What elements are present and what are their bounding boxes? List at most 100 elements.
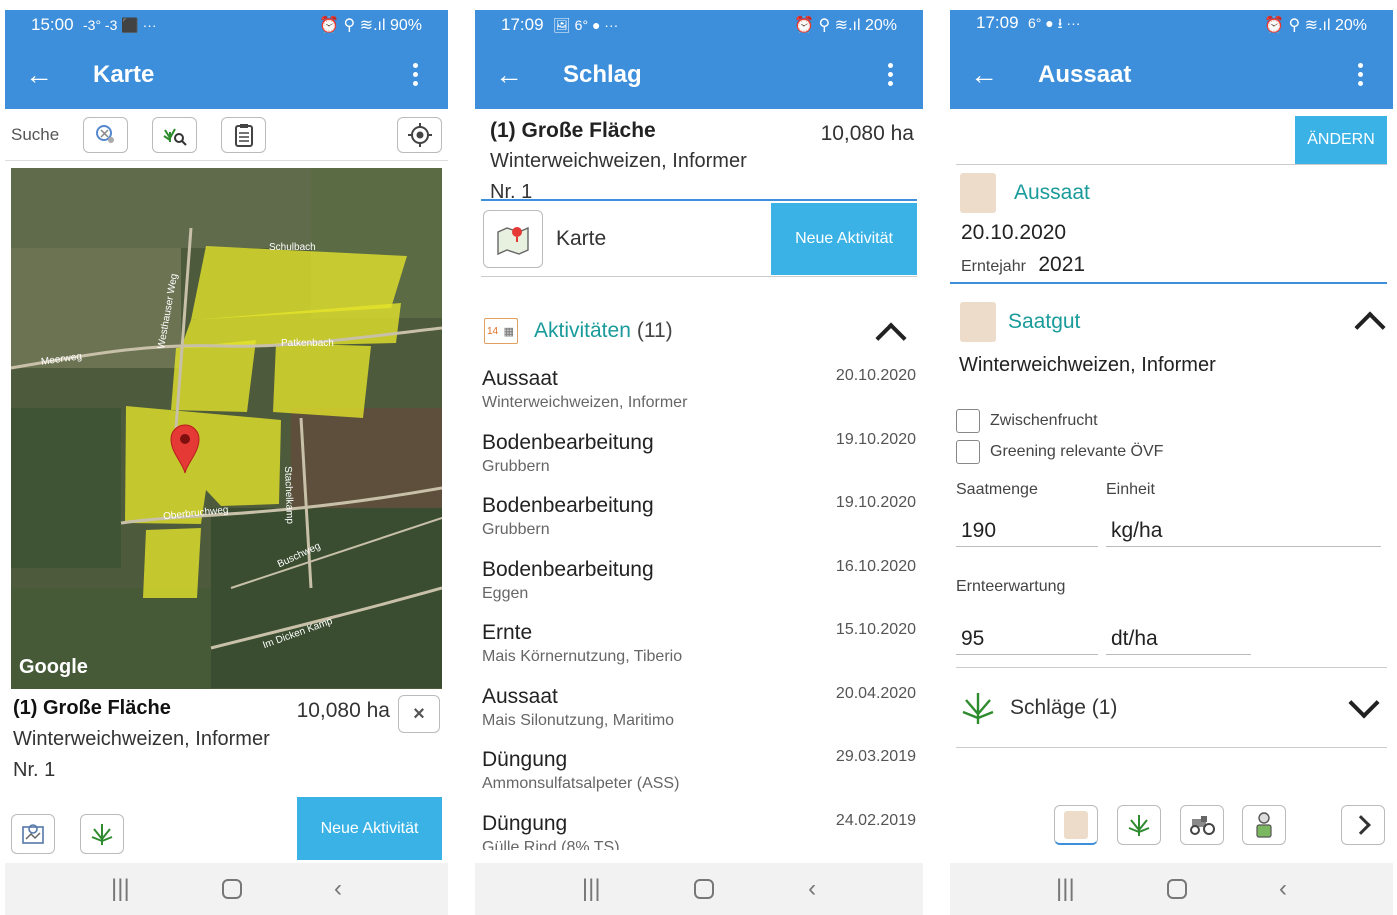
next-button[interactable]	[1341, 805, 1385, 845]
activities-count: (11)	[636, 319, 673, 342]
schlaege-section-header[interactable]: Schläge (1)	[956, 667, 1387, 748]
home-icon[interactable]	[694, 879, 715, 899]
saatgut-section-header[interactable]: Saatgut	[950, 302, 1393, 343]
map-link-label[interactable]: Karte	[556, 227, 771, 251]
status-time: 17:09	[501, 15, 544, 34]
map-layers-button[interactable]	[83, 116, 128, 153]
harvest-year-label: Erntejahr	[961, 258, 1026, 275]
ernteerwartung-input[interactable]: 95	[956, 619, 1098, 655]
overflow-menu-icon[interactable]	[877, 63, 903, 86]
recent-apps-icon[interactable]: |||	[582, 875, 601, 903]
activity-subtitle: Mais Silonutzung, Maritimo	[482, 711, 675, 729]
clipboard-button[interactable]	[221, 116, 266, 153]
map-road-label: Stachelkamp	[282, 466, 296, 525]
new-activity-button[interactable]: Neue Aktivität	[297, 797, 442, 860]
field-crop: Winterweichweizen, Informer	[490, 150, 747, 172]
field-crop-button[interactable]	[80, 814, 124, 854]
activities-list: Aussaat Winterweichweizen, Informer 20.10.…	[475, 363, 923, 850]
chevron-up-icon[interactable]	[875, 322, 907, 354]
calendar-icon: 14 ▦	[484, 318, 518, 344]
seed-bag-icon	[960, 302, 996, 342]
home-icon[interactable]	[1166, 879, 1187, 899]
activity-date: 20.04.2020	[835, 684, 916, 702]
seed-bag-icon	[1064, 810, 1088, 839]
recent-apps-icon[interactable]: |||	[1056, 875, 1075, 903]
status-time: 17:09	[976, 13, 1019, 32]
tab-crop[interactable]	[1117, 805, 1161, 845]
activity-subtitle: Gülle Rind (8% TS)	[482, 838, 620, 851]
field-search-button[interactable]	[152, 116, 197, 153]
status-left: 17:09 🖼 6° ● ···	[501, 15, 618, 35]
activity-subtitle: Mais Körnernutzung, Tiberio	[482, 648, 683, 665]
chevron-down-icon[interactable]	[1348, 687, 1380, 719]
page-title: Aussaat	[1038, 60, 1132, 88]
map-road-label: Schulbach	[269, 242, 316, 253]
harvest-year-row[interactable]: Erntejahr 2021	[950, 245, 1387, 284]
field-map-button[interactable]	[11, 814, 55, 854]
tractor-icon	[1190, 816, 1215, 835]
list-item[interactable]: Düngung Ammonsulfatsalpeter (ASS) 29.03.20…	[475, 744, 923, 808]
tab-worker[interactable]	[1242, 805, 1286, 845]
field-crop: Winterweichweizen, Informer	[13, 728, 270, 750]
edit-row: ÄNDERN	[956, 109, 1387, 165]
ernteerwartung-label: Ernteerwartung	[956, 578, 1066, 595]
tab-sowing[interactable]	[1054, 805, 1098, 845]
ernteerwartung-unit-select[interactable]: dt/ha	[1106, 619, 1251, 655]
saatmenge-label: Saatmenge	[956, 481, 1038, 498]
einheit-select[interactable]: kg/ha	[1106, 511, 1381, 547]
seed-bag-icon	[960, 173, 996, 213]
list-item[interactable]: Bodenbearbeitung Eggen 16.10.2020	[475, 554, 923, 618]
activities-header[interactable]: 14 ▦ Aktivitäten (11)	[475, 313, 923, 354]
saatgut-title: Saatgut	[1008, 310, 1081, 333]
phone-map-screen: 15:00 -3° -3 ⬛ ··· ⏰ ⚲ ≋.ıl 90% ← Karte …	[5, 10, 448, 915]
zwischenfrucht-checkbox[interactable]	[956, 408, 980, 433]
locate-me-button[interactable]	[397, 116, 442, 153]
activities-title: Aktivitäten	[534, 319, 631, 342]
nav-back-icon[interactable]: ‹	[334, 875, 342, 903]
field-area: 10,080 ha	[820, 122, 914, 145]
map-link-row: Karte Neue Aktivität	[481, 201, 917, 277]
back-arrow-icon[interactable]: ←	[25, 59, 75, 91]
status-right: ⏰ ⚲ ≋.ıl 90%	[319, 17, 422, 34]
zwischenfrucht-checkbox-row[interactable]: Zwischenfrucht	[950, 405, 1393, 436]
nav-back-icon[interactable]: ‹	[1279, 875, 1287, 903]
back-arrow-icon[interactable]: ←	[495, 59, 545, 91]
nav-back-icon[interactable]: ‹	[808, 875, 816, 903]
map-pin-icon[interactable]	[169, 423, 201, 475]
back-arrow-icon[interactable]: ←	[970, 59, 1020, 91]
field-header: (1) Große Fläche 10,080 ha Winterweichwe…	[481, 109, 917, 203]
satellite-map[interactable]: Schulbach Westhauser Weg Meerweg Patkenb…	[11, 168, 442, 689]
list-item[interactable]: Ernte Mais Körnernutzung, Tiberio 15.10.20…	[475, 617, 923, 681]
recent-apps-icon[interactable]: |||	[111, 875, 130, 903]
overflow-menu-icon[interactable]	[1347, 63, 1373, 86]
edit-button[interactable]: ÄNDERN	[1295, 116, 1387, 164]
home-icon[interactable]	[221, 879, 242, 899]
list-item[interactable]: Bodenbearbeitung Grubbern 19.10.2020	[475, 427, 923, 491]
chevron-up-icon[interactable]	[1354, 311, 1386, 343]
list-item[interactable]: Düngung Gülle Rind (8% TS) 24.02.2019	[475, 808, 923, 851]
status-left: 17:09 6° ● ⭳ ···	[976, 13, 1080, 37]
plant-search-icon	[162, 128, 187, 146]
einheit-label: Einheit	[1106, 481, 1155, 498]
open-map-button[interactable]	[483, 209, 543, 268]
overflow-menu-icon[interactable]	[402, 63, 428, 86]
sowing-date[interactable]: 20.10.2020	[950, 213, 1393, 245]
status-right: ⏰ ⚲ ≋.ıl 20%	[794, 17, 897, 34]
android-nav-bar: ||| ‹	[5, 863, 448, 915]
new-activity-button[interactable]: Neue Aktivität	[771, 202, 917, 275]
tab-machinery[interactable]	[1180, 805, 1224, 845]
aussaat-title: Aussaat	[1014, 181, 1090, 204]
list-item[interactable]: Aussaat Mais Silonutzung, Maritimo 20.04.2…	[475, 681, 923, 745]
list-item[interactable]: Aussaat Winterweichweizen, Informer 20.10.…	[475, 363, 923, 427]
harvest-year-value: 2021	[1038, 253, 1086, 276]
close-button[interactable]: ×	[398, 695, 440, 733]
map-imagery	[11, 168, 442, 689]
list-item[interactable]: Bodenbearbeitung Grubbern 19.10.2020	[475, 490, 923, 554]
greening-checkbox-row[interactable]: Greening relevante ÖVF	[950, 436, 1393, 467]
activity-subtitle: Grubbern	[482, 521, 550, 538]
greening-checkbox[interactable]	[956, 439, 980, 464]
schlaege-title: Schläge (1)	[1010, 695, 1118, 719]
search-toolbar: Suche	[5, 109, 448, 161]
plant-icon	[962, 692, 994, 724]
saatmenge-input[interactable]: 190	[956, 511, 1098, 547]
